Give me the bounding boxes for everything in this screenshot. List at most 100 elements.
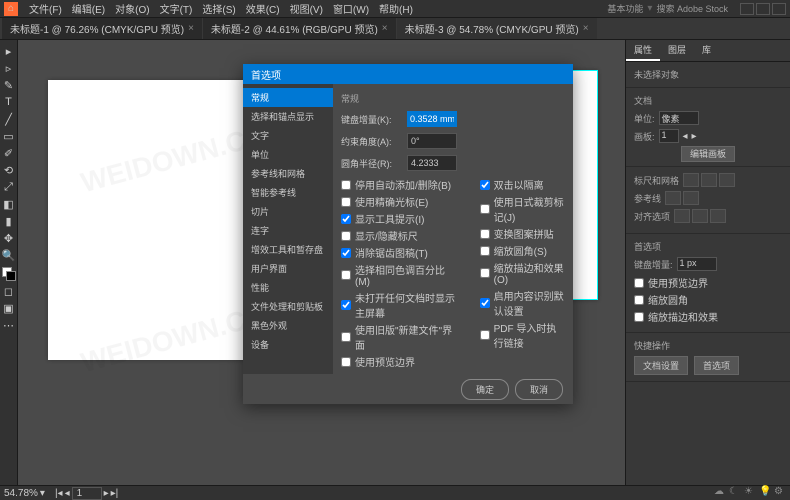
pref-check-dleft-1[interactable] — [341, 197, 351, 207]
pref-check-dleft-8[interactable] — [341, 357, 351, 367]
nav-first-icon[interactable]: |◂ — [55, 488, 63, 499]
preview-bounds-check[interactable] — [634, 278, 644, 288]
selection-tool[interactable]: ▸ — [2, 44, 16, 58]
pref-check-dright-3[interactable] — [480, 246, 490, 256]
gear-icon[interactable]: ⚙ — [774, 486, 786, 498]
brush-tool[interactable]: ✐ — [2, 146, 16, 160]
pref-check-dleft-0[interactable] — [341, 180, 351, 190]
doc-tab-1[interactable]: 未标题-1 @ 76.26% (CMYK/GPU 预览)× — [2, 18, 202, 39]
pref-category-3[interactable]: 单位 — [243, 145, 333, 164]
zoom-tool[interactable]: 🔍 — [2, 248, 16, 262]
pref-category-5[interactable]: 智能参考线 — [243, 183, 333, 202]
pref-check-dright-6[interactable] — [480, 330, 490, 340]
doc-setup-button[interactable]: 文档设置 — [634, 356, 688, 375]
pref-check-dleft-3[interactable] — [341, 231, 351, 241]
tab-libraries[interactable]: 库 — [694, 40, 719, 61]
fill-mode[interactable]: ◻ — [2, 284, 16, 298]
menu-select[interactable]: 选择(S) — [197, 1, 240, 16]
screen-mode[interactable]: ▣ — [2, 301, 16, 315]
pref-category-1[interactable]: 选择和锚点显示 — [243, 107, 333, 126]
pref-check-dleft-6[interactable] — [341, 300, 351, 310]
snap-grid-icon[interactable] — [710, 209, 726, 223]
menu-object[interactable]: 对象(O) — [110, 1, 154, 16]
rect-tool[interactable]: ▭ — [2, 129, 16, 143]
home-icon[interactable]: ⌂ — [4, 2, 18, 16]
transparency-icon[interactable] — [719, 173, 735, 187]
moon-icon[interactable]: ☾ — [729, 486, 741, 498]
scale-tool[interactable]: ⤢ — [2, 180, 16, 194]
keyboard-increment-input[interactable] — [407, 111, 457, 127]
pref-category-10[interactable]: 性能 — [243, 278, 333, 297]
pref-category-11[interactable]: 文件处理和剪贴板 — [243, 297, 333, 316]
menu-effect[interactable]: 效果(C) — [241, 1, 285, 16]
close-icon[interactable] — [772, 3, 786, 15]
pref-check-dleft-4[interactable] — [341, 248, 351, 258]
workspace-label[interactable]: 基本功能 — [607, 2, 643, 15]
edit-toolbar[interactable]: ⋯ — [2, 318, 16, 332]
snap-pixel-icon[interactable] — [674, 209, 690, 223]
preferences-button[interactable]: 首选项 — [694, 356, 739, 375]
pref-category-7[interactable]: 连字 — [243, 221, 333, 240]
guide-icon[interactable] — [665, 191, 681, 205]
menu-view[interactable]: 视图(V) — [285, 1, 328, 16]
ruler-icon[interactable] — [683, 173, 699, 187]
nav-prev-icon[interactable]: ◂ — [65, 488, 70, 499]
grid-icon[interactable] — [701, 173, 717, 187]
pref-check-dright-2[interactable] — [480, 229, 490, 239]
doc-tab-3[interactable]: 未标题-3 @ 54.78% (CMYK/GPU 预览)× — [397, 18, 597, 39]
cancel-button[interactable]: 取消 — [515, 379, 563, 400]
eyedropper-tool[interactable]: ✥ — [2, 231, 16, 245]
pref-category-0[interactable]: 常规 — [243, 88, 333, 107]
pref-category-4[interactable]: 参考线和网格 — [243, 164, 333, 183]
color-swatch[interactable] — [2, 267, 16, 281]
nav-last-icon[interactable]: ▸| — [111, 488, 119, 499]
snap-point-icon[interactable] — [692, 209, 708, 223]
scale-strokes-check[interactable] — [634, 312, 644, 322]
gradient-tool[interactable]: ▮ — [2, 214, 16, 228]
tab-close-icon[interactable]: × — [382, 23, 388, 34]
bulb-icon[interactable]: 💡 — [759, 486, 771, 498]
constrain-angle-input[interactable] — [407, 133, 457, 149]
pref-check-dright-5[interactable] — [480, 298, 490, 308]
line-tool[interactable]: ╱ — [2, 112, 16, 126]
edit-artboards-button[interactable]: 编辑画板 — [681, 146, 735, 162]
pref-category-2[interactable]: 文字 — [243, 126, 333, 145]
ok-button[interactable]: 确定 — [461, 379, 509, 400]
tab-close-icon[interactable]: × — [188, 23, 194, 34]
stock-search[interactable]: 搜索 Adobe Stock — [656, 2, 728, 15]
sun-icon[interactable]: ☀ — [744, 486, 756, 498]
tab-layers[interactable]: 图层 — [660, 40, 694, 61]
unit-select[interactable]: 像素 — [659, 111, 699, 125]
menu-edit[interactable]: 编辑(E) — [67, 1, 110, 16]
menu-type[interactable]: 文字(T) — [155, 1, 198, 16]
doc-tab-2[interactable]: 未标题-2 @ 44.61% (RGB/GPU 预览)× — [203, 18, 396, 39]
key-increment-input[interactable]: 1 px — [677, 257, 717, 271]
pref-check-dright-4[interactable] — [480, 268, 490, 278]
menu-window[interactable]: 窗口(W) — [328, 1, 374, 16]
eraser-tool[interactable]: ◧ — [2, 197, 16, 211]
pref-check-dleft-7[interactable] — [341, 332, 351, 342]
guide-lock-icon[interactable] — [683, 191, 699, 205]
direct-select-tool[interactable]: ▹ — [2, 61, 16, 75]
pref-category-8[interactable]: 增效工具和暂存盘 — [243, 240, 333, 259]
pref-category-6[interactable]: 切片 — [243, 202, 333, 221]
pref-check-dright-1[interactable] — [480, 204, 490, 214]
pref-category-13[interactable]: 设备 — [243, 335, 333, 354]
prev-artboard-icon[interactable]: ◂ — [683, 131, 688, 142]
pref-category-9[interactable]: 用户界面 — [243, 259, 333, 278]
artboard-num[interactable]: 1 — [659, 129, 679, 143]
type-tool[interactable]: T — [2, 95, 16, 109]
pref-check-dleft-5[interactable] — [341, 270, 351, 280]
cloud-icon[interactable]: ☁ — [714, 486, 726, 498]
rotate-tool[interactable]: ⟲ — [2, 163, 16, 177]
menu-help[interactable]: 帮助(H) — [374, 1, 418, 16]
menu-file[interactable]: 文件(F) — [24, 1, 67, 16]
pen-tool[interactable]: ✎ — [2, 78, 16, 92]
pref-category-12[interactable]: 黑色外观 — [243, 316, 333, 335]
max-icon[interactable] — [756, 3, 770, 15]
next-artboard-icon[interactable]: ▸ — [692, 131, 697, 142]
pref-check-dleft-2[interactable] — [341, 214, 351, 224]
scale-corners-check[interactable] — [634, 295, 644, 305]
min-icon[interactable] — [740, 3, 754, 15]
pref-check-dright-0[interactable] — [480, 180, 490, 190]
